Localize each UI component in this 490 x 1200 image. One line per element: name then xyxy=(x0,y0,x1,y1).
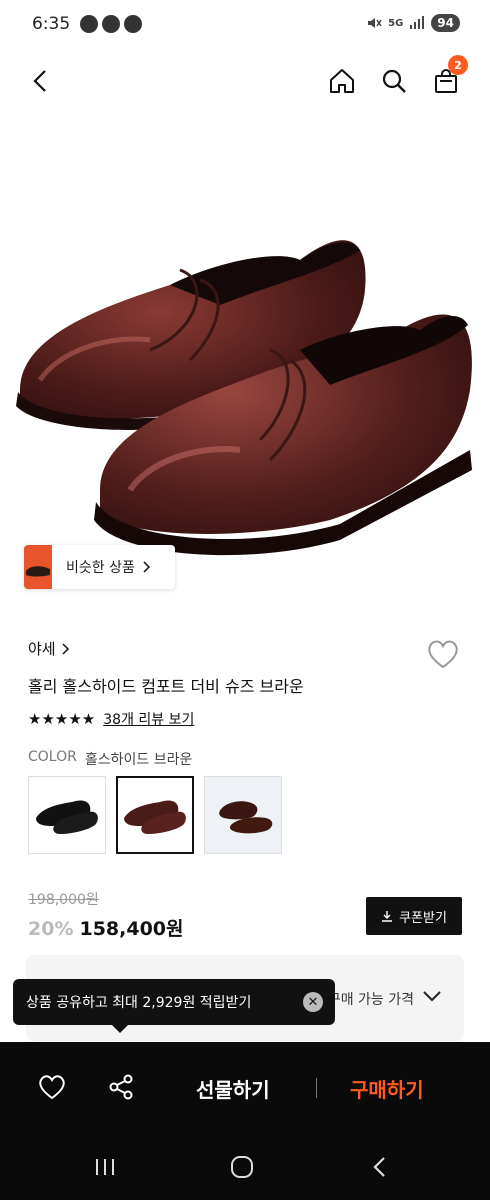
message-notification-icon xyxy=(124,15,142,33)
recent-apps-icon xyxy=(96,1159,114,1175)
chevron-left-icon xyxy=(33,70,46,92)
heart-icon xyxy=(428,640,458,669)
cart-badge: 2 xyxy=(448,55,468,75)
back-system-button[interactable] xyxy=(366,1154,392,1180)
color-label: COLOR xyxy=(28,749,77,765)
mute-icon xyxy=(368,18,382,28)
status-bar: 6:35 5G 94 xyxy=(0,0,490,50)
home-button[interactable] xyxy=(324,63,360,99)
top-nav: 2 xyxy=(0,55,490,107)
app-notification-icon xyxy=(80,15,98,33)
battery-indicator: 94 xyxy=(431,14,460,32)
recent-apps-button[interactable] xyxy=(92,1154,118,1180)
home-system-button[interactable] xyxy=(229,1154,255,1180)
status-time: 6:35 xyxy=(32,14,71,34)
sale-price: 158,400원 xyxy=(79,918,184,940)
share-button[interactable] xyxy=(106,1072,136,1102)
chevron-right-icon xyxy=(62,642,69,655)
brand-name: 야세 xyxy=(28,640,56,658)
gift-button[interactable]: 선물하기 xyxy=(196,1074,270,1103)
rating-stars: ★★★★★ xyxy=(28,710,96,728)
similar-thumbnail xyxy=(24,545,52,589)
home-circle-icon xyxy=(231,1156,253,1178)
color-swatches xyxy=(28,776,282,854)
product-name: 홀리 홀스하이드 컴포트 더비 슈즈 브라운 xyxy=(28,677,304,696)
toast-message: 상품 공유하고 최대 2,929원 적립받기 xyxy=(26,995,252,1011)
share-icon xyxy=(109,1074,133,1100)
wishlist-action-button[interactable] xyxy=(37,1072,67,1102)
coupon-label: 쿠폰받기 xyxy=(399,910,447,926)
buy-button[interactable]: 구매하기 xyxy=(350,1074,424,1103)
toast-pointer xyxy=(112,1025,128,1033)
system-navigation-bar xyxy=(0,1132,490,1200)
network-type: 5G xyxy=(388,17,404,29)
original-price: 198,000원 xyxy=(28,892,99,908)
home-icon xyxy=(330,69,354,93)
download-icon xyxy=(382,911,393,922)
product-image[interactable] xyxy=(0,110,490,610)
swatch-dark-brown[interactable] xyxy=(204,776,282,854)
share-reward-toast: 상품 공유하고 최대 2,929원 적립받기 ✕ xyxy=(13,979,335,1025)
search-icon xyxy=(382,69,406,93)
cart-button[interactable]: 2 xyxy=(428,55,468,99)
discount-rate: 20% xyxy=(28,918,74,940)
signal-icon xyxy=(410,16,425,29)
search-button[interactable] xyxy=(376,63,412,99)
brand-link[interactable]: 야세 xyxy=(28,638,70,659)
coupon-button[interactable]: 쿠폰받기 xyxy=(366,897,462,935)
chevron-right-icon xyxy=(143,561,150,573)
review-link[interactable]: 38개 리뷰 보기 xyxy=(103,709,194,729)
back-arrow-icon xyxy=(373,1157,385,1177)
similar-items-label: 비슷한 상품 xyxy=(66,560,135,576)
similar-items-button[interactable]: 비슷한 상품 xyxy=(24,545,175,589)
price-row: 20% 158,400원 xyxy=(28,914,184,941)
back-button[interactable] xyxy=(22,63,58,99)
price-box-label: 구매 가능 가격 xyxy=(327,992,414,1008)
swatch-black[interactable] xyxy=(28,776,106,854)
close-icon[interactable]: ✕ xyxy=(303,992,323,1012)
wishlist-button[interactable] xyxy=(426,638,460,670)
color-value: 홀스하이드 브라운 xyxy=(84,752,193,768)
divider xyxy=(316,1078,317,1098)
notification-icons xyxy=(80,15,142,33)
chat-notification-icon xyxy=(102,15,120,33)
shoes-image xyxy=(16,240,472,556)
chevron-down-icon xyxy=(423,991,441,1002)
action-bar: 선물하기 구매하기 xyxy=(0,1042,490,1132)
rating-row: ★★★★★ 38개 리뷰 보기 xyxy=(28,709,194,729)
status-right: 5G 94 xyxy=(366,14,460,32)
swatch-brown[interactable] xyxy=(116,776,194,854)
color-row: COLOR 홀스하이드 브라운 xyxy=(28,749,192,769)
heart-icon xyxy=(39,1075,65,1100)
